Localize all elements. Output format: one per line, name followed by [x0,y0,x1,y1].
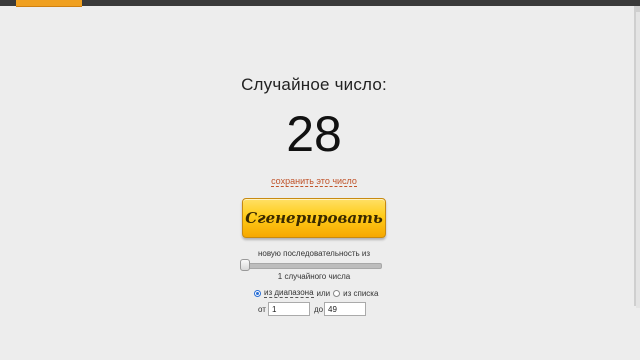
mode-selector: из диапазона или из списка [254,287,378,299]
list-option-label[interactable]: из списка [343,289,378,298]
range-from-input[interactable] [268,302,310,316]
active-tab-indicator[interactable] [16,0,82,7]
list-radio[interactable] [333,289,341,297]
scrollbar[interactable] [634,6,640,308]
count-label: 1 случайного числа [277,272,351,281]
save-number-link[interactable]: сохранить это число [271,176,357,187]
or-label: или [316,288,331,298]
range-to-input[interactable] [324,302,366,316]
generate-button[interactable]: Сгенерировать [242,198,386,238]
sequence-label: новую последовательность из [257,249,371,258]
save-number-link-row: сохранить это число [0,176,628,187]
count-slider-handle[interactable] [240,259,250,271]
count-slider-track[interactable] [242,263,382,269]
range-option-label[interactable]: из диапазона [264,288,314,298]
random-number-value: 28 [286,106,342,162]
from-label: от [258,305,266,314]
scrollbar-thumb[interactable] [636,12,640,308]
range-radio[interactable] [254,289,261,297]
to-label: до [314,305,324,314]
result-heading: Случайное число: [241,75,387,94]
top-bar [0,0,640,7]
